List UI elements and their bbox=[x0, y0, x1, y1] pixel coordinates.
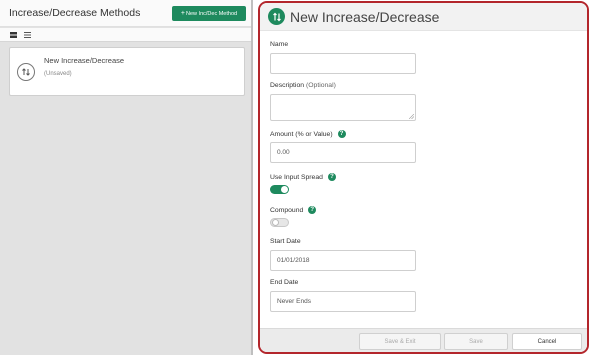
description-optional: (Optional) bbox=[306, 82, 336, 89]
compound-help-icon[interactable]: ? bbox=[308, 206, 317, 214]
amount-input[interactable]: 0.00 bbox=[270, 142, 416, 163]
increase-decrease-icon bbox=[17, 63, 35, 81]
compound-toggle[interactable] bbox=[270, 218, 289, 227]
increase-decrease-icon bbox=[268, 8, 285, 25]
list-view-icon[interactable] bbox=[22, 30, 32, 40]
method-card[interactable]: New Increase/Decrease (Unsaved) bbox=[9, 47, 245, 96]
description-label: Description (Optional) bbox=[270, 82, 336, 89]
use-input-spread-label: Use Input Spread ? bbox=[270, 173, 336, 181]
start-date-input[interactable]: 01/01/2018 bbox=[270, 250, 416, 271]
method-card-status: (Unsaved) bbox=[44, 71, 72, 77]
description-label-text: Description bbox=[270, 82, 304, 89]
card-view-icon[interactable] bbox=[8, 30, 18, 40]
edit-header: New Increase/Decrease bbox=[260, 3, 587, 31]
description-textarea[interactable] bbox=[270, 94, 416, 121]
use-input-spread-text: Use Input Spread bbox=[270, 173, 323, 181]
start-date-label: Start Date bbox=[270, 238, 301, 245]
use-input-spread-help-icon[interactable]: ? bbox=[327, 173, 336, 181]
method-card-title: New Increase/Decrease bbox=[44, 56, 125, 65]
methods-list: New Increase/Decrease (Unsaved) bbox=[0, 42, 251, 355]
methods-header: Increase/Decrease Methods + New Inc/Dec … bbox=[0, 0, 251, 27]
toggle-knob bbox=[272, 219, 279, 226]
compound-label: Compound ? bbox=[270, 206, 317, 214]
amount-label-text: Amount (% or Value) bbox=[270, 130, 333, 138]
use-input-spread-toggle[interactable] bbox=[270, 185, 289, 194]
new-method-button[interactable]: + New Inc/Dec Method bbox=[172, 6, 246, 21]
toggle-knob bbox=[281, 186, 288, 193]
amount-help-icon[interactable]: ? bbox=[337, 130, 346, 138]
end-date-label: End Date bbox=[270, 279, 299, 286]
new-method-label: New Inc/Dec Method bbox=[186, 10, 238, 17]
view-toggle-bar bbox=[0, 28, 251, 42]
form-footer: Save & Exit Save Cancel bbox=[260, 328, 587, 352]
cancel-button[interactable]: Cancel bbox=[512, 333, 582, 350]
save-exit-button[interactable]: Save & Exit bbox=[359, 333, 441, 350]
compound-text: Compound bbox=[270, 206, 304, 214]
amount-label: Amount (% or Value) ? bbox=[270, 130, 346, 138]
methods-title: Increase/Decrease Methods bbox=[9, 7, 141, 19]
resize-grip-icon[interactable] bbox=[409, 114, 414, 119]
methods-panel: Increase/Decrease Methods + New Inc/Dec … bbox=[0, 0, 253, 355]
name-input[interactable] bbox=[270, 53, 416, 74]
name-label: Name bbox=[270, 41, 289, 48]
end-date-input[interactable]: Never Ends bbox=[270, 291, 416, 312]
app-root: Increase/Decrease Methods + New Inc/Dec … bbox=[0, 0, 589, 355]
plus-icon: + bbox=[180, 10, 186, 17]
save-button[interactable]: Save bbox=[444, 333, 508, 350]
edit-title: New Increase/Decrease bbox=[290, 9, 440, 25]
edit-panel: New Increase/Decrease Name Description (… bbox=[258, 1, 589, 354]
